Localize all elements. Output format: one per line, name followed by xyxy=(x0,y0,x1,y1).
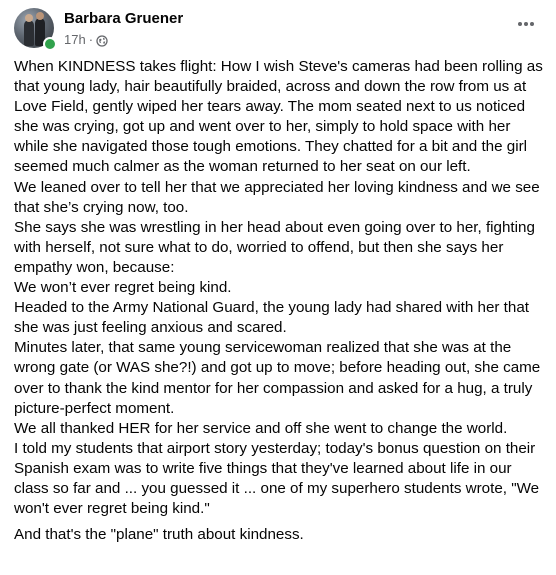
post-header: Barbara Gruener 17h · xyxy=(14,8,542,52)
post-timestamp[interactable]: 17h xyxy=(64,32,86,47)
post-paragraph: We leaned over to tell her that we appre… xyxy=(14,178,540,216)
facebook-post: Barbara Gruener 17h · When KINDNESS take… xyxy=(0,0,556,575)
avatar[interactable] xyxy=(14,8,57,51)
more-horizontal-icon xyxy=(518,22,534,26)
post-meta: 17h · xyxy=(64,32,108,47)
post-paragraph: When KINDNESS takes flight: How I wish S… xyxy=(14,58,543,176)
more-options-button[interactable] xyxy=(514,14,538,34)
post-paragraph: Headed to the Army National Guard, the y… xyxy=(14,299,530,337)
post-body: When KINDNESS takes flight: How I wish S… xyxy=(14,57,546,545)
globe-icon[interactable] xyxy=(96,32,108,47)
post-paragraph: I told my students that airport story ye… xyxy=(14,439,540,518)
post-closing-line: And that's the "plane" truth about kindn… xyxy=(14,526,304,544)
post-paragraph: We all thanked HER for her service and o… xyxy=(14,419,508,437)
meta-separator: · xyxy=(88,32,94,47)
post-paragraph: We won’t ever regret being kind. xyxy=(14,279,232,297)
post-paragraph: She says she was wrestling in her head a… xyxy=(14,218,535,276)
online-status-indicator xyxy=(43,37,57,51)
author-name[interactable]: Barbara Gruener xyxy=(64,10,183,27)
post-paragraph: Minutes later, that same young servicewo… xyxy=(14,339,541,417)
